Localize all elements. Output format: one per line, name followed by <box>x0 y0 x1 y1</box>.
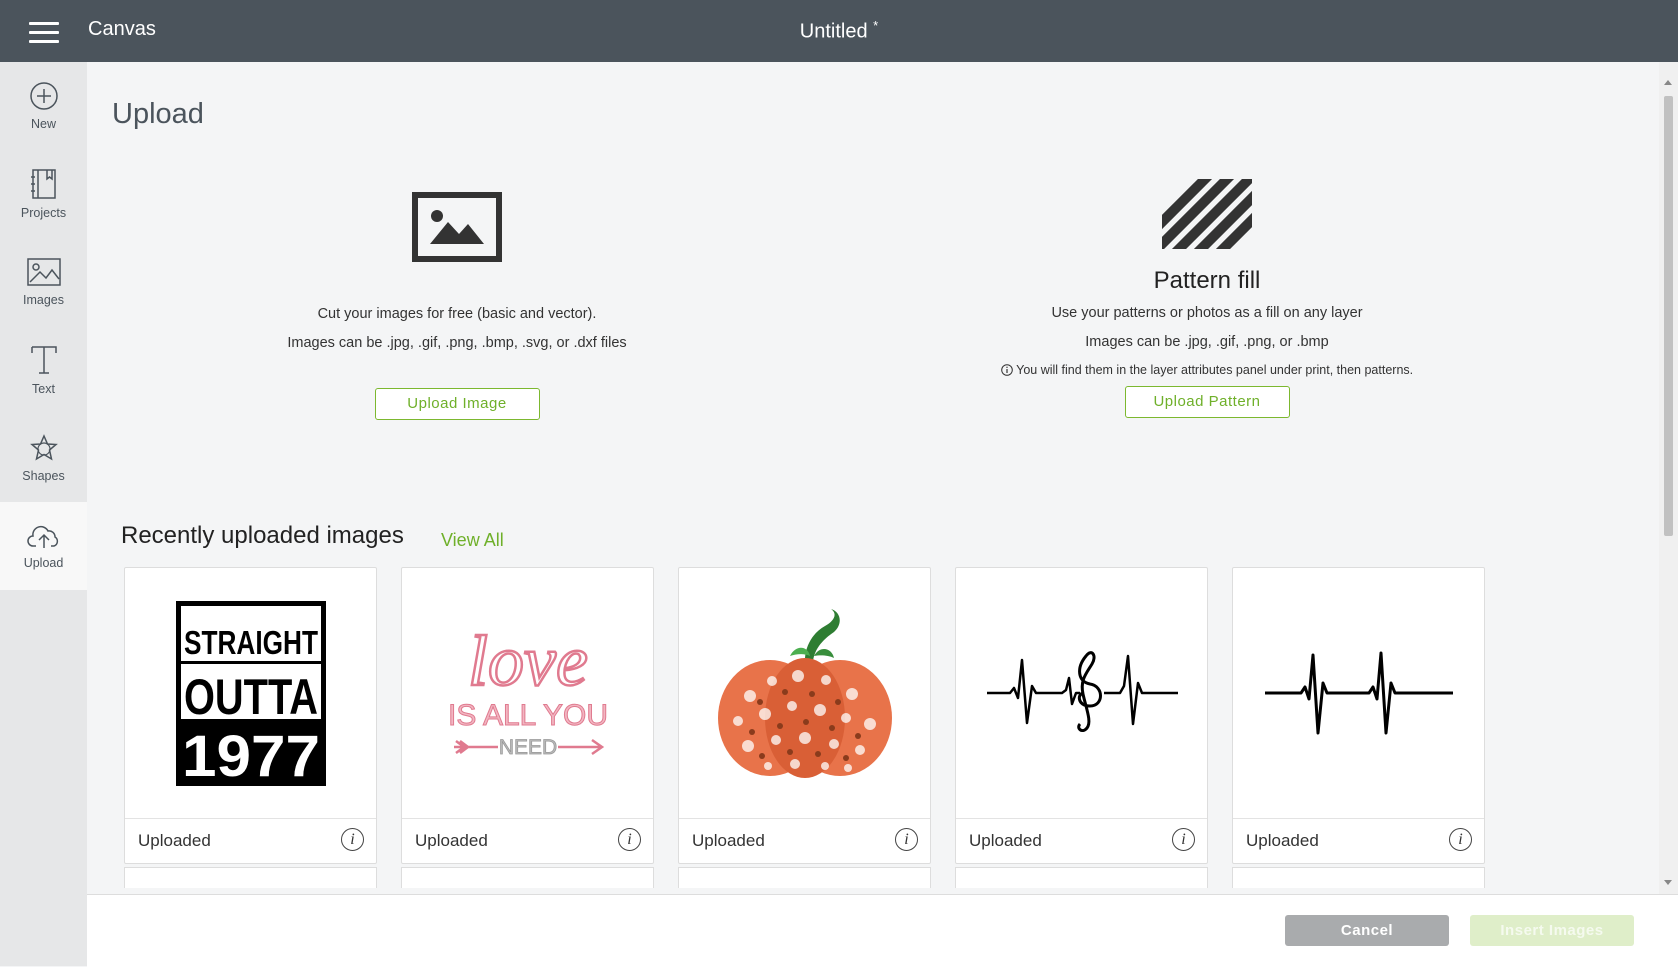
sidebar-item-label: Text <box>32 382 55 396</box>
upload-card[interactable]: Uploaded i <box>678 567 931 864</box>
pattern-fill-note: You will find them in the layer attribut… <box>987 363 1427 377</box>
image-text-line-2: IS ALL YOU <box>448 699 608 732</box>
pattern-fill-note-text: You will find them in the layer attribut… <box>1016 363 1414 377</box>
card-footer: Uploaded i <box>402 818 653 864</box>
document-title[interactable]: Untitled * <box>0 18 1678 44</box>
paisley-pumpkin-image <box>717 608 892 778</box>
upload-image-description: Cut your images for free (basic and vect… <box>317 306 597 322</box>
card-label: Uploaded <box>1246 831 1319 850</box>
upload-card-partial[interactable] <box>955 867 1208 888</box>
card-label: Uploaded <box>692 831 765 850</box>
info-icon[interactable]: i <box>341 828 364 851</box>
card-footer: Uploaded i <box>956 818 1207 864</box>
text-icon <box>30 346 57 374</box>
sidebar-item-shapes[interactable]: Shapes <box>0 414 87 502</box>
page-title: Upload <box>112 98 204 130</box>
image-thumbnail <box>956 568 1207 818</box>
scrollbar-thumb[interactable] <box>1664 96 1673 536</box>
upload-card[interactable]: Uploaded i <box>955 567 1208 864</box>
info-icon[interactable]: i <box>618 828 641 851</box>
info-icon <box>1001 364 1013 376</box>
sidebar-item-new[interactable]: New <box>0 62 87 150</box>
projects-icon <box>30 169 56 199</box>
images-icon <box>26 258 61 286</box>
card-footer: Uploaded i <box>125 818 376 864</box>
pattern-fill-description: Use your patterns or photos as a fill on… <box>1051 305 1363 321</box>
scroll-down-icon[interactable] <box>1664 880 1672 885</box>
info-icon[interactable]: i <box>895 828 918 851</box>
sidebar-item-label: Images <box>23 293 64 307</box>
unsaved-marker: * <box>873 18 879 33</box>
image-thumbnail: STRAIGHT OUTTA 1977 <box>125 568 376 818</box>
shapes-icon <box>29 434 58 461</box>
sidebar-item-upload[interactable]: Upload <box>0 502 87 590</box>
top-bar: Canvas Untitled * <box>0 0 1678 62</box>
love-is-all-you-need-image: love IS ALL YOU NEED <box>447 620 608 760</box>
cloud-upload-icon <box>26 525 58 548</box>
pattern-stripes-icon <box>1162 179 1252 249</box>
document-title-text: Untitled <box>799 20 868 43</box>
sidebar-item-label: Upload <box>23 556 64 570</box>
heartbeat-treble-clef-image <box>986 651 1178 732</box>
upload-card-partial[interactable] <box>678 867 931 888</box>
image-text-line-3: NEED <box>498 736 556 759</box>
image-text-line-1: love <box>468 621 588 701</box>
card-label: Uploaded <box>415 831 488 850</box>
image-thumbnail: love IS ALL YOU NEED <box>402 568 653 818</box>
card-footer: Uploaded i <box>1233 818 1484 864</box>
info-icon[interactable]: i <box>1172 828 1195 851</box>
sidebar-item-images[interactable]: Images <box>0 238 87 326</box>
sidebar-item-label: Shapes <box>22 469 65 483</box>
upload-card[interactable]: STRAIGHT OUTTA 1977 Uploaded i <box>124 567 377 864</box>
card-footer: Uploaded i <box>679 818 930 864</box>
vertical-scrollbar[interactable] <box>1659 62 1678 894</box>
sidebar-item-projects[interactable]: Projects <box>0 150 87 238</box>
upload-image-button[interactable]: Upload Image <box>374 388 540 420</box>
upload-image-formats: Images can be .jpg, .gif, .png, .bmp, .s… <box>287 335 627 351</box>
view-all-link[interactable]: View All <box>441 530 504 551</box>
plus-circle-icon <box>29 82 58 110</box>
upload-card[interactable]: Uploaded i <box>1232 567 1485 864</box>
info-icon[interactable]: i <box>1449 828 1472 851</box>
image-upload-icon <box>412 192 502 262</box>
pattern-fill-section: Pattern fill Use your patterns or photos… <box>987 179 1427 418</box>
pattern-fill-formats: Images can be .jpg, .gif, .png, or .bmp <box>1085 334 1329 350</box>
upload-card-partial[interactable] <box>124 867 377 888</box>
sidebar-item-label: New <box>30 117 56 131</box>
upload-card-partial[interactable] <box>1232 867 1485 888</box>
sidebar-item-label: Projects <box>20 206 67 220</box>
image-thumbnail <box>679 568 930 818</box>
upload-image-section: Cut your images for free (basic and vect… <box>257 192 657 420</box>
image-text-line-1: STRAIGHT <box>184 624 318 661</box>
left-sidebar: New Projects Images Text Shapes Upload <box>0 62 87 966</box>
insert-images-button[interactable]: Insert Images <box>1470 915 1634 946</box>
sidebar-item-text[interactable]: Text <box>0 326 87 414</box>
upload-pattern-button[interactable]: Upload Pattern <box>1124 386 1290 418</box>
straight-outta-1977-image: STRAIGHT OUTTA 1977 <box>175 601 326 788</box>
pattern-fill-heading: Pattern fill <box>1153 267 1261 294</box>
upload-card-partial[interactable] <box>401 867 654 888</box>
card-label: Uploaded <box>138 831 211 850</box>
heartbeat-line-image <box>1264 651 1453 735</box>
image-text-line-3: 1977 <box>182 724 320 788</box>
card-label: Uploaded <box>969 831 1042 850</box>
upload-card[interactable]: love IS ALL YOU NEED Uploaded i <box>401 567 654 864</box>
image-thumbnail <box>1233 568 1484 818</box>
main-content: Upload Cut your images for free (basic a… <box>87 62 1659 894</box>
scroll-up-icon[interactable] <box>1664 80 1672 85</box>
recent-uploads-heading: Recently uploaded images <box>121 522 404 549</box>
bottom-action-bar: Cancel Insert Images <box>87 894 1678 967</box>
image-text-line-2: OUTTA <box>184 669 318 725</box>
cancel-button[interactable]: Cancel <box>1285 915 1449 946</box>
